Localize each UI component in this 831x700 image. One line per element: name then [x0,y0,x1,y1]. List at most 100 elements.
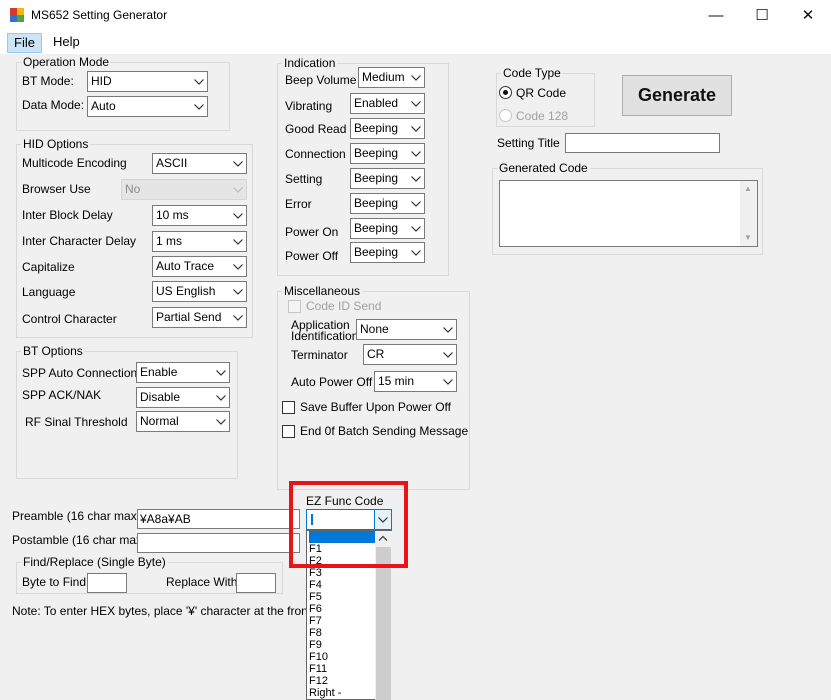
error-select[interactable]: Beeping [350,193,425,214]
generated-code-scrollbar[interactable]: ▲ ▼ [740,181,757,246]
auto-power-off-label: Auto Power Off [291,375,373,389]
spp-ack-label: SPP ACK/NAK [22,388,102,402]
data-mode-select[interactable]: Auto [87,96,208,117]
generated-code-title: Generated Code [499,161,588,175]
power-on-select[interactable]: Beeping [350,218,425,239]
replace-with-input[interactable] [236,573,276,593]
byte-find-label: Byte to Find: [22,575,90,589]
bt-mode-label: BT Mode: [22,74,74,88]
inter-char-delay-select[interactable]: 1 ms [152,231,247,252]
vibrating-select[interactable]: Enabled [350,93,425,114]
multicode-select[interactable]: ASCII [152,153,247,174]
maximize-icon: ☐ [755,7,769,24]
menu-file[interactable]: File [7,33,42,53]
dropdown-option[interactable]: F8 [309,627,377,639]
chevron-down-icon [212,388,229,407]
qr-code-label: QR Code [516,86,567,100]
terminator-label: Terminator [291,348,348,362]
browser-use-select[interactable]: No [121,179,247,200]
chevron-down-icon [407,243,424,262]
highlight-box [289,481,408,568]
indication-title: Indication [284,56,336,70]
generate-button[interactable]: Generate [622,75,732,116]
connection-select[interactable]: Beeping [350,143,425,164]
chevron-down-icon [439,372,456,391]
bt-mode-select[interactable]: HID [87,71,208,92]
inter-char-delay-label: Inter Character Delay [22,234,137,248]
data-mode-label: Data Mode: [22,98,85,112]
control-char-label: Control Character [22,312,117,326]
dropdown-option[interactable]: F12 [309,675,377,687]
dropdown-option[interactable]: F11 [309,663,377,675]
chevron-down-icon [229,308,246,327]
good-read-select[interactable]: Beeping [350,118,425,139]
end-batch-checkbox[interactable] [282,425,295,438]
operation-mode-title: Operation Mode [23,55,110,69]
spp-ack-select[interactable]: Disable [136,387,230,408]
close-button[interactable]: ✕ [785,0,831,30]
app-icon [10,8,24,22]
scroll-up-icon[interactable]: ▲ [744,184,752,193]
find-replace-title: Find/Replace (Single Byte) [23,555,166,569]
scroll-down-icon[interactable]: ▼ [744,233,752,242]
rf-threshold-select[interactable]: Normal [136,411,230,432]
code128-radio[interactable] [499,109,512,122]
generated-code-textarea[interactable]: ▲ ▼ [499,180,758,247]
dropdown-option[interactable]: F4 [309,579,377,591]
capitalize-select[interactable]: Auto Trace [152,256,247,277]
preamble-input[interactable]: ¥A8a¥AB [137,509,300,529]
power-on-label: Power On [285,225,339,239]
chevron-down-icon [439,320,456,339]
menu-help[interactable]: Help [47,33,86,53]
qr-code-radio[interactable] [499,86,512,99]
dropdown-option[interactable]: Right - [309,687,377,699]
dropdown-option[interactable]: F10 [309,651,377,663]
spp-auto-select[interactable]: Enable [136,362,230,383]
code-type-title: Code Type [503,66,561,80]
setting-title-label: Setting Title [497,136,560,150]
language-select[interactable]: US English [152,281,247,302]
maximize-button[interactable]: ☐ [739,0,785,30]
app-id-select[interactable]: None [356,319,457,340]
save-buffer-checkbox[interactable] [282,401,295,414]
save-buffer-label: Save Buffer Upon Power Off [300,400,451,414]
chevron-down-icon [407,219,424,238]
dropdown-option[interactable]: F5 [309,591,377,603]
chevron-down-icon [407,169,424,188]
auto-power-off-select[interactable]: 15 min [374,371,457,392]
byte-find-input[interactable] [87,573,127,593]
chevron-down-icon [212,412,229,431]
inter-block-delay-select[interactable]: 10 ms [152,205,247,226]
power-off-select[interactable]: Beeping [350,242,425,263]
chevron-down-icon [229,232,246,251]
bt-options-title: BT Options [23,344,83,358]
dropdown-option[interactable]: F6 [309,603,377,615]
operation-mode-group: Operation Mode [16,56,230,131]
app-id-label-line2: Identification [291,329,359,343]
code-id-checkbox[interactable] [288,300,301,313]
scrollbar-thumb[interactable] [376,547,391,700]
chevron-down-icon [407,144,424,163]
postamble-input[interactable] [137,533,300,553]
close-icon: ✕ [801,7,815,24]
chevron-down-icon [190,97,207,116]
hex-note: Note: To enter HEX bytes, place '¥' char… [12,604,315,618]
setting-title-input[interactable] [565,133,720,153]
dropdown-option[interactable]: F3 [309,567,377,579]
terminator-select[interactable]: CR [363,344,457,365]
minimize-button[interactable]: — [693,0,739,30]
control-char-select[interactable]: Partial Send [152,307,247,328]
browser-use-label: Browser Use [22,182,91,196]
replace-with-label: Replace With: [166,575,241,589]
end-batch-label: End 0f Batch Sending Message [300,424,469,438]
good-read-label: Good Read [285,122,347,136]
dropdown-option[interactable]: F9 [309,639,377,651]
capitalize-label: Capitalize [22,260,75,274]
chevron-down-icon [407,94,424,113]
minimize-icon: — [708,6,724,24]
beep-volume-select[interactable]: Medium [358,67,425,88]
dropdown-option[interactable]: F7 [309,615,377,627]
error-label: Error [285,197,312,211]
setting-select[interactable]: Beeping [350,168,425,189]
hid-options-title: HID Options [23,137,89,151]
